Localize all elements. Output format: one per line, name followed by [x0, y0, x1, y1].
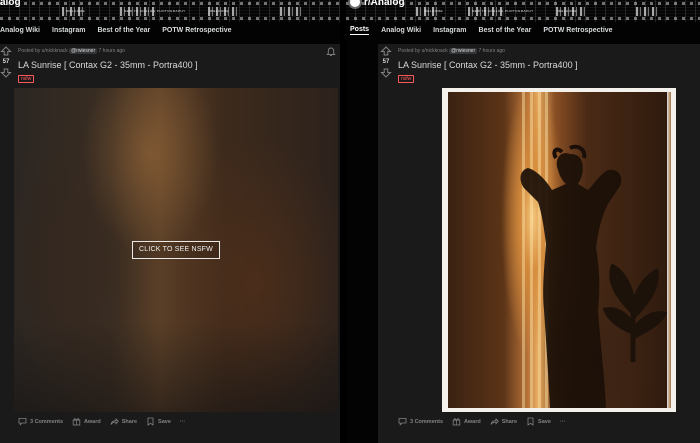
save-label: Save [158, 418, 171, 425]
banner-film-frame [636, 7, 658, 16]
award-icon [452, 418, 461, 426]
banner-film-frame [280, 7, 302, 16]
share-button[interactable]: Share [490, 417, 517, 426]
nav-best-of-year[interactable]: Best of the Year [479, 27, 532, 34]
banner-text: NEW TO ANALOG PHOTOGRAPHY [472, 9, 534, 13]
banner-perforation [0, 2, 340, 5]
nav-posts[interactable]: Posts [350, 26, 370, 35]
banner-text: WELCOME [210, 9, 230, 13]
post-image[interactable] [442, 88, 676, 412]
comments-label: 3 Comments [410, 418, 444, 425]
post-time: 7 hours ago [478, 48, 505, 54]
vote-score: 57 [2, 59, 10, 65]
photo-print [448, 92, 671, 408]
nav-potw-retrospective[interactable]: POTW Retrospective [543, 27, 612, 34]
subreddit-name[interactable]: alog [0, 0, 21, 8]
subreddit-banner: WELCOME NEW TO ANALOG PHOTOGRAPHY WELCOM… [346, 0, 700, 22]
downvote-icon[interactable] [380, 68, 392, 78]
nav-best-of-year[interactable]: Best of the Year [97, 27, 150, 34]
subreddit-nav: Posts Analog Wiki Instagram Best of the … [350, 22, 700, 38]
nav-analog-wiki[interactable]: Analog Wiki [0, 27, 40, 34]
post-author[interactable]: Posted by u/nickknack [18, 48, 68, 54]
banner-text: WELCOME [558, 9, 578, 13]
post-title[interactable]: LA Sunrise [ Contax G2 - 35mm - Portra40… [18, 60, 198, 70]
downvote-icon[interactable] [0, 68, 12, 78]
post-title[interactable]: LA Sunrise [ Contax G2 - 35mm - Portra40… [398, 60, 578, 70]
left-screenshot-panel: WELCOME NEW TO ANALOG PHOTOGRAPHY WELCOM… [0, 0, 340, 443]
nav-analog-wiki[interactable]: Analog Wiki [381, 27, 421, 34]
vote-score: 57 [382, 59, 390, 65]
share-button[interactable]: Share [110, 417, 137, 426]
subreddit-nav: Analog Wiki Instagram Best of the Year P… [0, 22, 340, 38]
nav-instagram[interactable]: Instagram [433, 27, 466, 34]
save-label: Save [538, 418, 551, 425]
bell-icon[interactable] [326, 47, 336, 57]
save-button[interactable]: Save [146, 417, 171, 426]
award-label: Award [84, 418, 101, 425]
subreddit-name[interactable]: r/Analog [364, 0, 405, 8]
post-meta: Posted by u/nickknack @rwiesner 7 hours … [398, 48, 505, 54]
comments-label: 3 Comments [30, 418, 64, 425]
share-icon [110, 418, 119, 425]
share-icon [490, 418, 499, 425]
comment-icon [18, 418, 27, 426]
award-icon [72, 418, 81, 426]
film-edge [667, 92, 671, 408]
save-button[interactable]: Save [526, 417, 551, 426]
subreddit-logo-icon[interactable] [348, 0, 362, 9]
post-author[interactable]: Posted by u/nickknack [398, 48, 448, 54]
banner-text: WELCOME [66, 9, 86, 13]
click-to-see-nsfw-button[interactable]: CLICK TO SEE NSFW [132, 241, 220, 259]
user-mention[interactable]: @rwiesner [449, 48, 478, 54]
share-label: Share [121, 418, 138, 425]
vote-column: 57 [0, 46, 12, 78]
save-icon [147, 417, 154, 426]
more-options-button[interactable]: ··· [180, 419, 186, 425]
banner-text: WELCOME [424, 9, 444, 13]
banner-perforation [346, 17, 700, 20]
more-options-button[interactable]: ··· [560, 419, 566, 425]
user-mention[interactable]: @rwiesner [69, 48, 98, 54]
blurred-post-image[interactable]: CLICK TO SEE NSFW [14, 88, 338, 412]
save-icon [527, 417, 534, 426]
banner-perforation [0, 17, 340, 20]
vote-column: 57 [380, 46, 392, 78]
nsfw-badge: nsfw [398, 75, 415, 83]
subreddit-banner: WELCOME NEW TO ANALOG PHOTOGRAPHY WELCOM… [0, 0, 340, 22]
post-meta: Posted by u/nickknack @rwiesner 7 hours … [18, 48, 125, 54]
comment-icon [398, 418, 407, 426]
nav-instagram[interactable]: Instagram [52, 27, 85, 34]
comments-button[interactable]: 3 Comments [398, 417, 443, 426]
post-time: 7 hours ago [98, 48, 125, 54]
award-button[interactable]: Award [72, 417, 101, 426]
upvote-icon[interactable] [0, 46, 12, 56]
post-card[interactable]: 57 Posted by u/nickknack @rwiesner 7 hou… [378, 44, 700, 443]
banner-text: NEW TO ANALOG PHOTOGRAPHY [124, 9, 186, 13]
award-button[interactable]: Award [452, 417, 481, 426]
post-card[interactable]: 57 Posted by u/nickknack @rwiesner 7 hou… [0, 44, 340, 443]
share-label: Share [501, 418, 518, 425]
right-screenshot-panel: WELCOME NEW TO ANALOG PHOTOGRAPHY WELCOM… [346, 0, 700, 443]
nav-potw-retrospective[interactable]: POTW Retrospective [162, 27, 231, 34]
plant-silhouette [602, 263, 668, 362]
award-label: Award [464, 418, 481, 425]
post-actions: 3 Comments Award Share Save ··· [18, 417, 194, 426]
post-actions: 3 Comments Award Share Save ··· [398, 417, 574, 426]
upvote-icon[interactable] [380, 46, 392, 56]
image-shade [14, 322, 338, 412]
comments-button[interactable]: 3 Comments [18, 417, 63, 426]
nsfw-badge: nsfw [18, 75, 35, 83]
